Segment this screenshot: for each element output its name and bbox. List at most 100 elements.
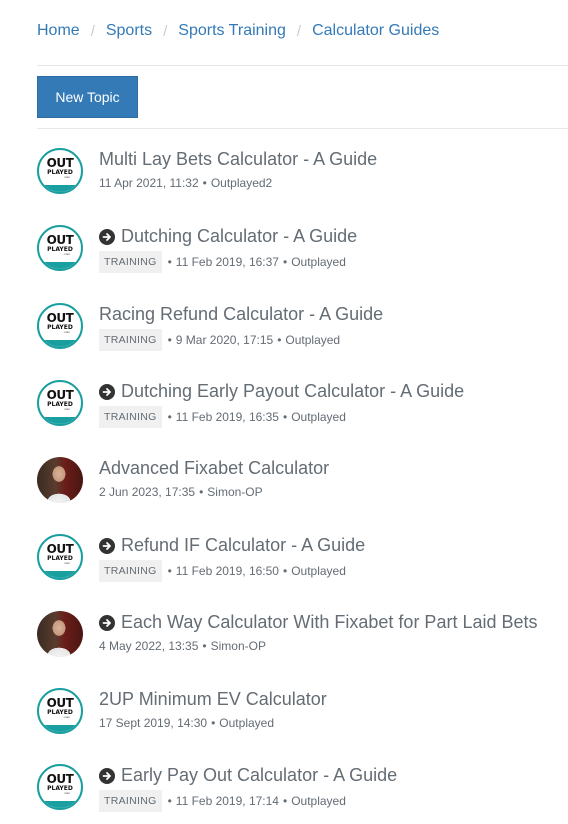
breadcrumb-home[interactable]: Home [37,22,80,40]
topic-title-link[interactable]: Multi Lay Bets Calculator - A Guide [99,149,377,170]
logo-text-com: .com [63,330,70,334]
topic-title-text: Racing Refund Calculator - A Guide [99,304,384,324]
topic-author-link[interactable]: Outplayed2 [211,176,272,190]
meta-separator: • [277,333,282,347]
meta-separator: • [282,410,288,424]
logo-text-played: PLAYED [47,555,73,562]
logo-text-played: PLAYED [47,324,73,331]
topic-meta: TRAINING • 9 Mar 2020, 17:15 • Outplayed [99,329,340,351]
topic-row: Advanced Fixabet Calculator 2 Jun 2023, 1… [37,457,568,517]
topic-author-link[interactable]: Outplayed [291,794,346,808]
meta-separator: • [167,794,172,808]
topic-author-link[interactable]: Simon-OP [207,485,262,499]
topic-title-link[interactable]: Each Way Calculator With Fixabet for Par… [99,612,538,633]
arrow-right-circle-icon [99,383,115,400]
new-topic-button[interactable]: New Topic [37,76,138,118]
meta-separator: • [167,333,172,347]
avatar[interactable]: OUT PLAYED .com [37,764,83,810]
topic-row: OUT PLAYED .com Dutching Early Payout Ca… [37,380,568,440]
logo-admin-band [39,417,81,424]
logo-admin-band [39,571,81,578]
logo-text-played: PLAYED [47,169,73,176]
topic-title-link[interactable]: Racing Refund Calculator - A Guide [99,304,383,325]
logo-text-com: .com [63,175,70,179]
topic-date: 2 Jun 2023, 17:35 [99,485,196,499]
topic-title-link[interactable]: 2UP Minimum EV Calculator [99,689,327,710]
topic-meta: 11 Apr 2021, 11:32 • Outplayed2 [99,176,272,190]
topic-meta: TRAINING • 11 Feb 2019, 16:37 • Outplayed [99,251,346,273]
topic-meta: TRAINING • 11 Feb 2019, 16:35 • Outplayed [99,406,346,428]
avatar[interactable]: OUT PLAYED .com [37,148,83,194]
topic-tag[interactable]: TRAINING [99,406,162,428]
logo-text-out: OUT [46,311,74,325]
topic-title-link[interactable]: Dutching Calculator - A Guide [99,226,357,247]
logo-admin-band [39,725,81,732]
breadcrumb-separator: / [90,22,95,40]
topic-row: OUT PLAYED .com 2UP Minimum EV Calculato… [37,688,568,748]
meta-separator: • [167,564,172,578]
topic-title-text: Early Pay Out Calculator - A Guide [121,765,398,785]
topic-meta: TRAINING • 11 Feb 2019, 16:50 • Outplayed [99,560,346,582]
logo-text-played: PLAYED [47,785,73,792]
avatar[interactable] [37,457,83,503]
logo-admin-band [39,340,81,347]
logo-text-played: PLAYED [47,401,73,408]
topic-author-link[interactable]: Outplayed [291,410,346,424]
logo-text-out: OUT [46,696,74,710]
divider [37,65,568,66]
avatar[interactable] [37,611,83,657]
meta-separator: • [202,176,207,190]
topic-author-link[interactable]: Simon-OP [211,639,266,653]
arrow-right-circle-icon [99,614,115,631]
topic-title-link[interactable]: Early Pay Out Calculator - A Guide [99,765,397,786]
topic-meta: 4 May 2022, 13:35 • Simon-OP [99,639,266,653]
avatar[interactable]: OUT PLAYED .com [37,380,83,426]
topic-author-link[interactable]: Outplayed [219,716,274,730]
logo-text-out: OUT [46,233,74,247]
logo-text-com: .com [63,407,70,411]
logo-text-com: .com [63,791,70,795]
topic-author-link[interactable]: Outplayed [291,564,346,578]
topic-row: OUT PLAYED .com Refund IF Calculator - A… [37,534,568,594]
topic-date: 11 Feb 2019, 16:37 [175,255,279,269]
logo-text-com: .com [63,715,70,719]
breadcrumb-sports[interactable]: Sports [106,22,152,40]
topic-title-text: Dutching Early Payout Calculator - A Gui… [121,381,465,401]
breadcrumb-separator: / [163,22,168,40]
topic-title-text: Each Way Calculator With Fixabet for Par… [121,612,538,632]
topic-tag[interactable]: TRAINING [99,329,162,351]
breadcrumb-calculator-guides[interactable]: Calculator Guides [312,22,439,40]
meta-separator: • [282,794,288,808]
topic-title-link[interactable]: Dutching Early Payout Calculator - A Gui… [99,381,464,402]
topic-title-text: Refund IF Calculator - A Guide [121,535,366,555]
logo-admin-band [39,801,81,808]
logo-text-out: OUT [46,772,74,786]
topic-title-text: 2UP Minimum EV Calculator [99,689,327,709]
avatar[interactable]: OUT PLAYED .com [37,688,83,734]
avatar[interactable]: OUT PLAYED .com [37,534,83,580]
topic-title-link[interactable]: Advanced Fixabet Calculator [99,458,329,479]
topic-title-text: Advanced Fixabet Calculator [99,458,330,478]
topic-date: 9 Mar 2020, 17:15 [175,333,274,347]
meta-separator: • [167,255,172,269]
topic-tag[interactable]: TRAINING [99,251,162,273]
logo-text-out: OUT [46,542,74,556]
topic-author-link[interactable]: Outplayed [285,333,340,347]
topic-author-link[interactable]: Outplayed [291,255,346,269]
topic-date: 11 Feb 2019, 16:35 [175,410,279,424]
topic-tag[interactable]: TRAINING [99,790,162,812]
avatar[interactable]: OUT PLAYED .com [37,225,83,271]
topic-title-text: Dutching Calculator - A Guide [121,226,358,246]
topic-meta: 17 Sept 2019, 14:30 • Outplayed [99,716,274,730]
topic-row: Each Way Calculator With Fixabet for Par… [37,611,568,671]
logo-text-out: OUT [46,388,74,402]
breadcrumb: Home / Sports / Sports Training / Calcul… [37,22,439,40]
topic-tag[interactable]: TRAINING [99,560,162,582]
arrow-right-circle-icon [99,767,115,784]
topic-date: 11 Feb 2019, 17:14 [175,794,279,808]
topic-title-link[interactable]: Refund IF Calculator - A Guide [99,535,365,556]
avatar[interactable]: OUT PLAYED .com [37,303,83,349]
topic-row: OUT PLAYED .com Early Pay Out Calculator… [37,764,568,824]
logo-text-com: .com [63,561,70,565]
breadcrumb-sports-training[interactable]: Sports Training [178,22,286,40]
